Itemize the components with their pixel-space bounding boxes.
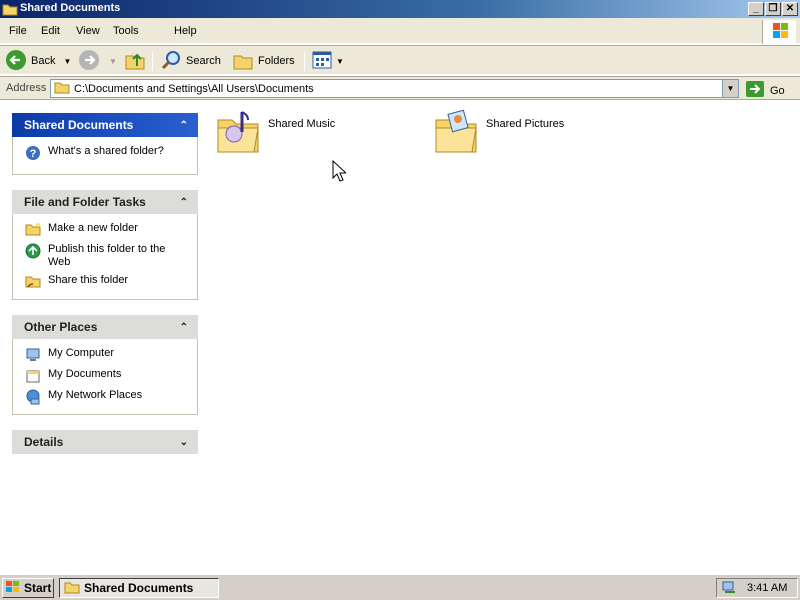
- go-label: Go: [770, 84, 785, 97]
- music-folder-icon: [216, 106, 262, 159]
- link-whats-shared-folder[interactable]: ? What's a shared folder?: [25, 145, 189, 161]
- search-button[interactable]: Search: [160, 50, 221, 72]
- computer-icon: [25, 347, 43, 363]
- windows-logo-icon: [5, 580, 21, 597]
- folders-label: Folders: [258, 55, 295, 67]
- system-tray: 3:41 AM: [716, 578, 798, 598]
- menu-bar: File Edit View Tools Help: [0, 18, 800, 44]
- task-label: Shared Documents: [84, 581, 194, 595]
- collapse-chevron-icon[interactable]: ⌃: [180, 120, 188, 131]
- new-folder-icon: [25, 222, 43, 238]
- task-pane: Shared Documents ⌃ ? What's a shared fol…: [0, 101, 210, 571]
- folders-icon: [232, 49, 254, 74]
- views-dropdown-icon[interactable]: ▼: [336, 57, 344, 66]
- address-dropdown-icon[interactable]: ▼: [722, 80, 738, 97]
- shared-documents-header[interactable]: Shared Documents ⌃: [12, 113, 198, 137]
- shared-pictures-folder[interactable]: Shared Pictures: [434, 106, 564, 159]
- menu-favorites[interactable]: Tools: [113, 25, 139, 37]
- network-tray-icon[interactable]: [721, 580, 737, 597]
- toolbar-separator: [304, 51, 305, 71]
- shared-documents-panel: Shared Documents ⌃ ? What's a shared fol…: [12, 113, 198, 175]
- publish-web-icon: [25, 243, 43, 259]
- forward-button[interactable]: ▼: [78, 49, 117, 74]
- menu-tools[interactable]: Help: [174, 25, 197, 37]
- back-label: Back: [31, 55, 56, 67]
- windows-logo-icon: [762, 20, 796, 44]
- start-label: Start: [24, 581, 52, 595]
- link-make-new-folder[interactable]: Make a new folder: [25, 222, 189, 238]
- svg-text:?: ?: [30, 148, 37, 160]
- folders-button[interactable]: Folders: [232, 50, 295, 72]
- address-path: C:\Documents and Settings\All Users\Docu…: [74, 82, 314, 95]
- panel-title: Other Places: [24, 320, 98, 334]
- address-bar: Address C:\Documents and Settings\All Us…: [0, 76, 800, 100]
- expand-chevron-icon[interactable]: ⌄: [180, 437, 188, 448]
- restore-button[interactable]: ❐: [765, 2, 781, 16]
- panel-title: File and Folder Tasks: [24, 195, 146, 209]
- file-folder-tasks-header[interactable]: File and Folder Tasks ⌃: [12, 190, 198, 214]
- views-button[interactable]: ▼: [311, 50, 344, 72]
- details-panel: Details ⌄: [12, 430, 198, 454]
- views-icon: [311, 49, 333, 74]
- menu-file[interactable]: File: [9, 25, 27, 37]
- go-arrow-icon: [745, 80, 765, 101]
- folder-icon: [2, 2, 18, 19]
- link-share-folder[interactable]: Share this folder: [25, 274, 189, 290]
- panel-title: Shared Documents: [24, 118, 134, 132]
- mouse-cursor-icon: [332, 159, 348, 185]
- close-button[interactable]: ✕: [782, 2, 798, 16]
- panel-title: Details: [24, 435, 64, 449]
- search-label: Search: [186, 55, 221, 67]
- collapse-chevron-icon[interactable]: ⌃: [180, 322, 188, 333]
- forward-arrow-icon: [78, 49, 100, 74]
- toolbar: Back ▼ ▼ Search Folders ▼: [0, 45, 800, 75]
- help-icon: ?: [25, 145, 43, 161]
- up-folder-button[interactable]: [124, 50, 146, 72]
- back-dropdown-icon[interactable]: ▼: [63, 57, 71, 66]
- taskbar-button-shared-documents[interactable]: Shared Documents: [59, 578, 219, 598]
- shared-music-folder[interactable]: Shared Music: [216, 106, 335, 159]
- window-title: Shared Documents: [20, 2, 121, 14]
- back-arrow-icon: [5, 49, 27, 74]
- network-icon: [25, 389, 43, 405]
- title-bar[interactable]: Shared Documents _ ❐ ✕: [0, 0, 800, 18]
- address-label: Address: [6, 82, 47, 94]
- link-my-documents[interactable]: My Documents: [25, 368, 189, 384]
- address-input[interactable]: C:\Documents and Settings\All Users\Docu…: [50, 79, 739, 98]
- other-places-panel: Other Places ⌃ My Computer My Documents: [12, 315, 198, 415]
- collapse-chevron-icon[interactable]: ⌃: [180, 197, 188, 208]
- folder-icon: [54, 80, 70, 97]
- file-folder-tasks-panel: File and Folder Tasks ⌃ Make a new folde…: [12, 190, 198, 300]
- share-folder-icon: [25, 274, 43, 290]
- menu-view[interactable]: View: [76, 25, 100, 37]
- folder-icon: [64, 580, 80, 597]
- taskbar: Start Shared Documents 3:41 AM: [0, 574, 800, 600]
- link-my-network-places[interactable]: My Network Places: [25, 389, 189, 405]
- forward-dropdown-icon[interactable]: ▼: [109, 57, 117, 66]
- details-header[interactable]: Details ⌄: [12, 430, 198, 454]
- back-button[interactable]: Back ▼: [5, 49, 71, 74]
- search-icon: [160, 49, 182, 74]
- other-places-header[interactable]: Other Places ⌃: [12, 315, 198, 339]
- menu-edit[interactable]: Edit: [41, 25, 60, 37]
- start-button[interactable]: Start: [2, 578, 54, 598]
- link-my-computer[interactable]: My Computer: [25, 347, 189, 363]
- clock[interactable]: 3:41 AM: [747, 582, 787, 594]
- toolbar-separator: [152, 51, 153, 71]
- documents-icon: [25, 368, 43, 384]
- go-button[interactable]: Go: [745, 80, 785, 101]
- link-publish-web[interactable]: Publish this folder to the Web: [25, 243, 189, 269]
- pictures-folder-icon: [434, 106, 480, 159]
- minimize-button[interactable]: _: [748, 2, 764, 16]
- item-label: Shared Music: [268, 117, 336, 130]
- item-label: Shared Pictures: [486, 117, 565, 130]
- up-folder-icon: [124, 49, 146, 74]
